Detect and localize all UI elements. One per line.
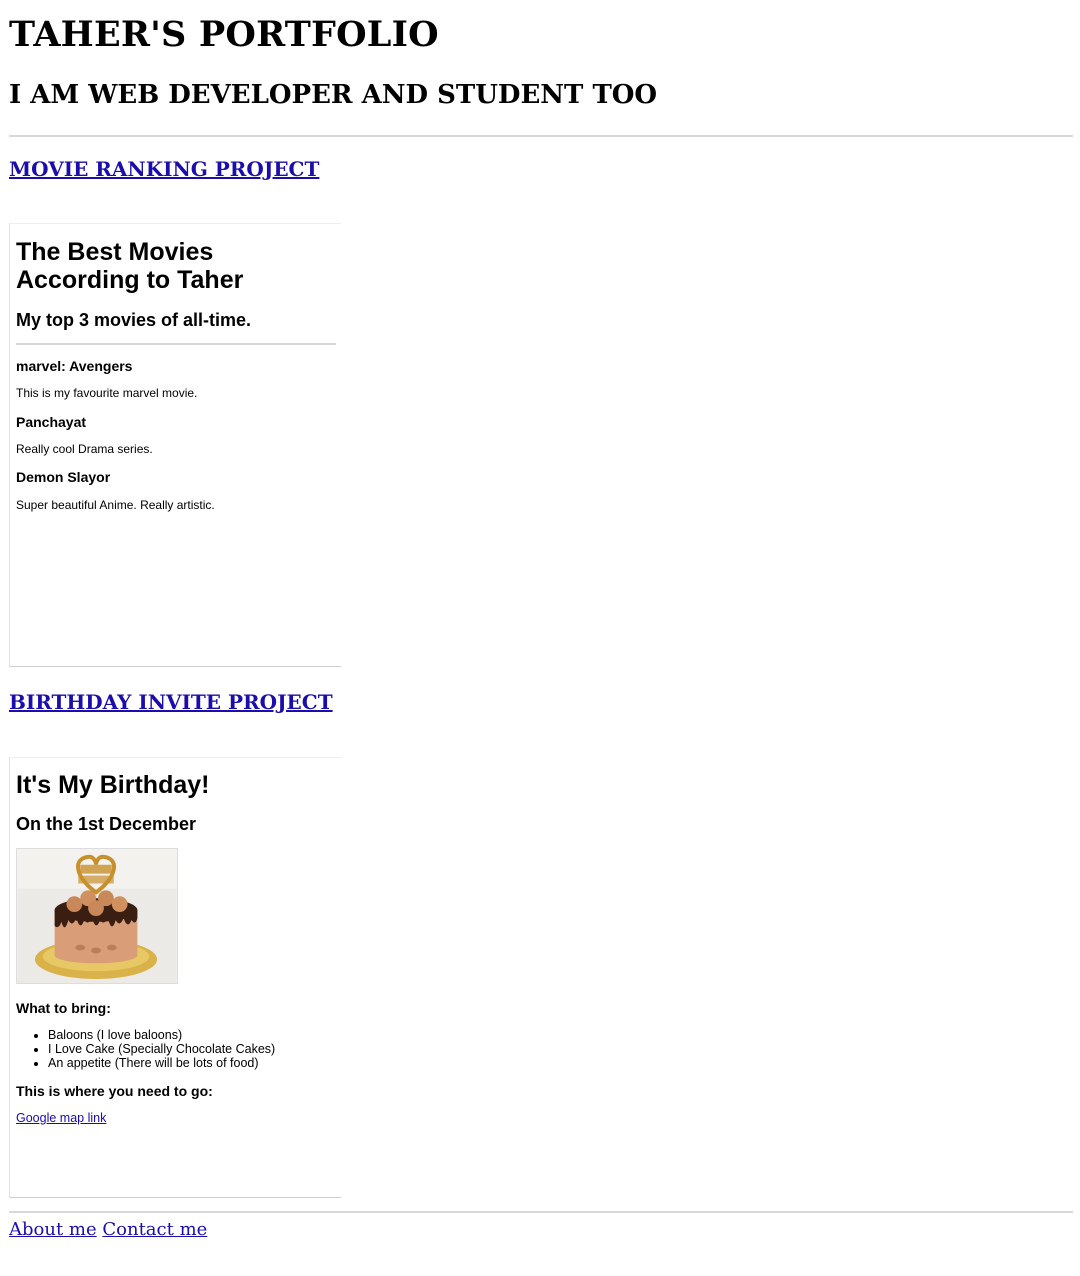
movie-page-title: The Best Movies According to Taher	[16, 238, 244, 294]
movie-ranking-embed[interactable]: The Best Movies According to Taher My to…	[9, 223, 341, 667]
movie-description: This is my favourite marvel movie.	[16, 386, 198, 400]
about-me-link[interactable]: About me	[9, 1219, 97, 1240]
movie-page-subtitle: My top 3 movies of all-time.	[16, 310, 252, 330]
movie-ranking-project-link[interactable]: MOVIE RANKING PROJECT	[9, 157, 319, 181]
birthday-cake-image	[16, 848, 178, 984]
movie-description: Super beautiful Anime. Really artistic.	[16, 498, 215, 512]
movie-divider	[16, 343, 336, 345]
footer-divider	[9, 1211, 1073, 1213]
list-item: Baloons (I love baloons)	[48, 1028, 275, 1042]
movie-title: Demon Slayor	[16, 469, 111, 485]
header-divider	[9, 135, 1073, 137]
list-item: An appetite (There will be lots of food)	[48, 1056, 275, 1070]
birthday-invite-embed[interactable]: It's My Birthday! On the 1st December Wh…	[9, 757, 341, 1198]
birthday-title: It's My Birthday!	[16, 771, 210, 799]
bring-list: Baloons (I love baloons) I Love Cake (Sp…	[16, 1028, 275, 1070]
contact-me-link[interactable]: Contact me	[102, 1219, 207, 1240]
movie-title: Panchayat	[16, 414, 87, 430]
movie-title: marvel: Avengers	[16, 358, 133, 374]
movie-description: Really cool Drama series.	[16, 442, 153, 456]
where-heading: This is where you need to go:	[16, 1083, 213, 1099]
footer-nav: About me Contact me	[9, 1219, 207, 1240]
google-map-link[interactable]: Google map link	[16, 1111, 106, 1125]
bring-heading: What to bring:	[16, 1000, 111, 1016]
birthday-invite-project-link[interactable]: BIRTHDAY INVITE PROJECT	[9, 690, 333, 714]
birthday-date: On the 1st December	[16, 814, 197, 834]
page-title: TAHER'S PORTFOLIO	[9, 14, 439, 55]
page-subtitle: I AM WEB DEVELOPER AND STUDENT TOO	[9, 80, 658, 110]
list-item: I Love Cake (Specially Chocolate Cakes)	[48, 1042, 275, 1056]
